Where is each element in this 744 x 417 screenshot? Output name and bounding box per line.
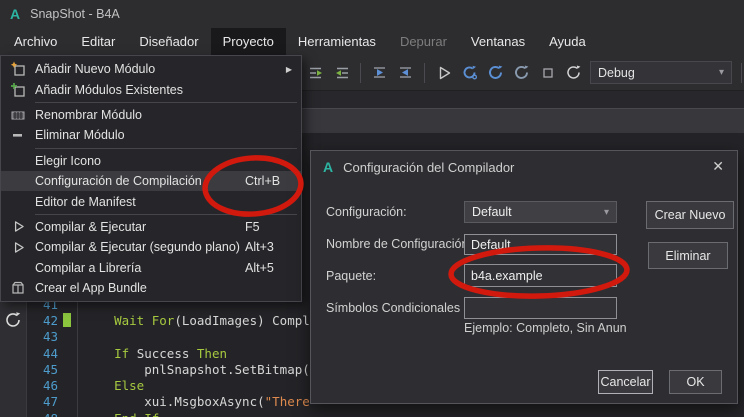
paquete-input[interactable] [464, 264, 617, 287]
line-number: 48 [0, 411, 58, 417]
line-number: 43 [42, 329, 58, 345]
menu-ayuda[interactable]: Ayuda [537, 28, 598, 55]
ejemplo-hint: Ejemplo: Completo, Sin Anun [464, 321, 627, 335]
menu-bar: Archivo Editar Diseñador Proyecto Herram… [0, 28, 744, 55]
chevron-down-icon: ▾ [603, 206, 609, 218]
line-number: 44 [42, 345, 58, 361]
nombre-configuracion-input[interactable] [464, 234, 617, 255]
menu-editar[interactable]: Editar [69, 28, 127, 55]
dialog-title: Configuración del Compilador [343, 159, 515, 175]
proyecto-dropdown-menu: Añadir Nuevo Módulo ▶ Añadir Módulos Exi… [0, 55, 302, 303]
debug-mode-select[interactable]: Debug ▾ [590, 61, 732, 84]
menu-depurar[interactable]: Depurar [388, 28, 459, 55]
paquete-label: Paquete: [326, 269, 377, 283]
crear-nuevo-button[interactable]: Crear Nuevo [646, 201, 734, 229]
resumable-sub-icon [2, 309, 24, 331]
menu-shortcut: Alt+5 [245, 260, 274, 275]
menu-shortcut: Ctrl+B [245, 174, 281, 189]
menu-item-crear-el-app-bundle[interactable]: Crear el App Bundle [1, 278, 301, 298]
restart-icon[interactable] [486, 63, 505, 82]
menu-item-compilar-ejecutar[interactable]: Compilar & Ejecutar F5 [1, 217, 301, 237]
menu-separator [35, 213, 297, 215]
chevron-down-icon: ▾ [718, 67, 724, 78]
line-number: 47 [42, 394, 58, 410]
shift-lines-left-icon[interactable] [370, 63, 389, 82]
menu-proyecto[interactable]: Proyecto [210, 28, 286, 55]
menu-item-eliminar-modulo[interactable]: Eliminar Módulo [1, 125, 301, 145]
menu-item-renombrar-modulo[interactable]: Renombrar Módulo [1, 105, 301, 125]
debug-mode-value: Debug [598, 65, 635, 80]
eliminar-button[interactable]: Eliminar [648, 242, 728, 269]
menu-separator [35, 101, 297, 103]
configuracion-label: Configuración: [326, 205, 407, 219]
configuracion-value: Default [472, 205, 512, 219]
menu-shortcut: Alt+3 [245, 240, 274, 255]
b4a-ide-window: 41 42 Wait For(LoadImages) Compl 43 44 I… [0, 0, 744, 417]
changed-line-marker [63, 313, 71, 328]
menu-shortcut: F5 [245, 219, 260, 234]
close-icon[interactable]: ✕ [712, 158, 724, 175]
line-number: 46 [42, 378, 58, 394]
dialog-title-bar: A Configuración del Compilador [311, 151, 737, 183]
menu-ventanas[interactable]: Ventanas [459, 28, 537, 55]
run-icon [1, 219, 35, 234]
menu-item-compilar-a-libreria[interactable]: Compilar a Librería Alt+5 [1, 258, 301, 278]
submenu-arrow-icon: ▶ [285, 64, 292, 74]
menu-item-compilar-ejecutar-segundo-plano[interactable]: Compilar & Ejecutar (segundo plano) Alt+… [1, 237, 301, 257]
compiler-configuration-dialog: A Configuración del Compilador ✕ Configu… [310, 150, 738, 404]
shift-lines-right-icon[interactable] [396, 63, 415, 82]
stop-icon[interactable] [538, 63, 557, 82]
remove-module-icon [1, 127, 35, 143]
quick-search-icon[interactable] [564, 63, 583, 82]
add-existing-modules-icon [1, 82, 35, 98]
toolbar-separator [741, 62, 742, 83]
line-number: 45 [42, 361, 58, 377]
menu-item-elegir-icono[interactable]: Elegir Icono [1, 151, 301, 171]
menu-item-anadir-nuevo-modulo[interactable]: Añadir Nuevo Módulo ▶ [1, 59, 301, 79]
resume-icon[interactable] [460, 63, 479, 82]
b4a-logo-icon: A [10, 6, 21, 22]
menu-disenador[interactable]: Diseñador [127, 28, 210, 55]
run-icon[interactable] [434, 63, 453, 82]
indent-left-icon[interactable] [306, 63, 325, 82]
cancelar-button[interactable]: Cancelar [598, 370, 653, 394]
step-icon[interactable] [512, 63, 531, 82]
menu-item-configuracion-de-compilacion[interactable]: Configuración de Compilación Ctrl+B [1, 170, 301, 192]
b4a-logo-icon: A [323, 159, 334, 175]
configuracion-select[interactable]: Default ▾ [464, 201, 617, 223]
menu-archivo[interactable]: Archivo [2, 28, 69, 55]
window-title: SnapShot - B4A [30, 7, 120, 21]
toolbar-separator [424, 62, 425, 83]
menu-herramientas[interactable]: Herramientas [286, 28, 388, 55]
simbolos-condicionales-label: Símbolos Condicionales [326, 301, 461, 315]
nombre-configuracion-label: Nombre de Configuración: [326, 237, 472, 251]
add-new-module-icon [1, 61, 35, 77]
run-icon [1, 240, 35, 255]
menu-item-anadir-modulos-existentes[interactable]: Añadir Módulos Existentes [1, 79, 301, 99]
ok-button[interactable]: OK [669, 370, 722, 394]
menu-item-editor-de-manifest[interactable]: Editor de Manifest [1, 191, 301, 211]
code-line[interactable]: 48 End If [0, 410, 744, 417]
app-bundle-icon [1, 280, 35, 296]
menu-separator [35, 147, 297, 149]
indent-right-icon[interactable] [332, 63, 351, 82]
simbolos-condicionales-input[interactable] [464, 297, 617, 319]
toolbar-separator [360, 62, 361, 83]
rename-module-icon [1, 107, 35, 123]
title-bar: A SnapShot - B4A [0, 0, 744, 28]
